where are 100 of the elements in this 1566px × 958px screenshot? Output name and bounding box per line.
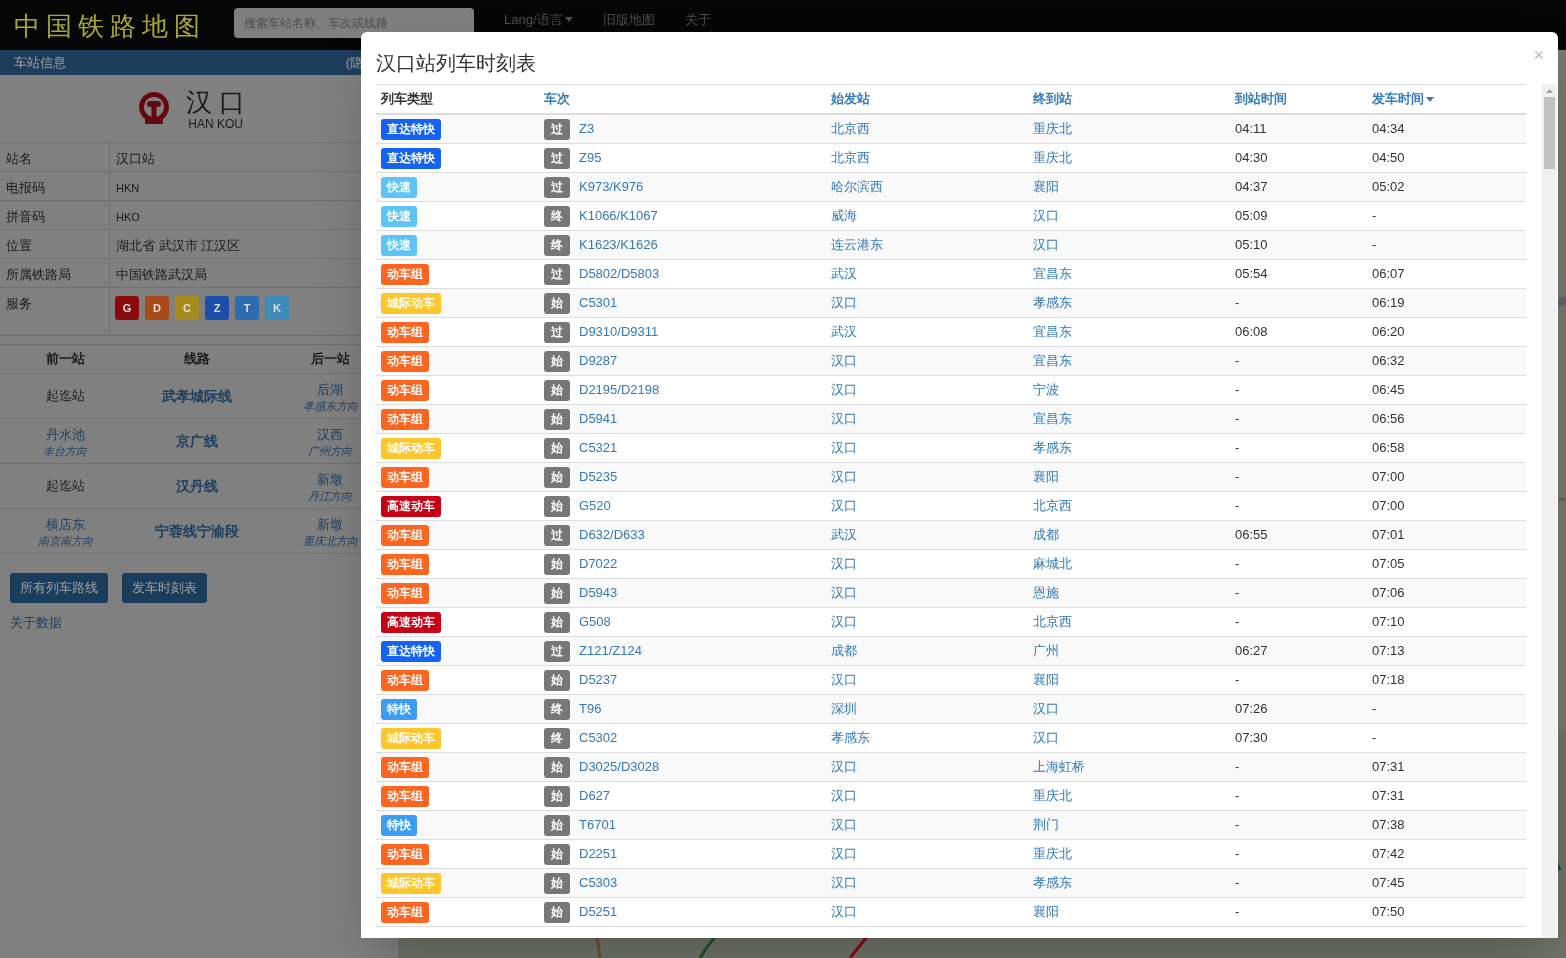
terminal-station-link[interactable]: 重庆北 bbox=[1028, 119, 1230, 139]
terminal-station-link[interactable]: 宜昌东 bbox=[1028, 322, 1230, 342]
origin-station-link[interactable]: 汉口 bbox=[826, 844, 1028, 864]
train-number-link[interactable]: C5303 bbox=[579, 873, 618, 893]
terminal-station-link[interactable]: 孝感东 bbox=[1028, 873, 1230, 893]
terminal-station-link[interactable]: 麻城北 bbox=[1028, 554, 1230, 574]
origin-station-link[interactable]: 汉口 bbox=[826, 467, 1028, 487]
train-number-link[interactable]: D2195/D2198 bbox=[579, 380, 660, 400]
origin-station-link[interactable]: 汉口 bbox=[826, 670, 1028, 690]
train-number-link[interactable]: D632/D633 bbox=[579, 525, 645, 545]
origin-station-link[interactable]: 汉口 bbox=[826, 757, 1028, 777]
scrollbar[interactable] bbox=[1542, 84, 1557, 938]
train-number-link[interactable]: D9310/D9311 bbox=[579, 322, 659, 342]
column-header[interactable]: 始发站 bbox=[826, 89, 1028, 109]
train-number-link[interactable]: T6701 bbox=[579, 815, 616, 835]
train-number-link[interactable]: G520 bbox=[579, 496, 611, 516]
terminal-station-link[interactable]: 北京西 bbox=[1028, 496, 1230, 516]
origin-station-link[interactable]: 连云港东 bbox=[826, 235, 1028, 255]
origin-station-link[interactable]: 成都 bbox=[826, 641, 1028, 661]
terminal-station-link[interactable]: 上海虹桥 bbox=[1028, 757, 1230, 777]
terminal-station-link[interactable]: 孝感东 bbox=[1028, 293, 1230, 313]
action-button[interactable]: 发车时刻表 bbox=[122, 573, 207, 603]
origin-station-link[interactable]: 汉口 bbox=[826, 496, 1028, 516]
train-number-link[interactable]: G508 bbox=[579, 612, 611, 632]
train-number-link[interactable]: C5321 bbox=[579, 438, 618, 458]
origin-station-link[interactable]: 汉口 bbox=[826, 815, 1028, 835]
about-data-link[interactable]: 关于数据 bbox=[10, 613, 62, 633]
column-header[interactable]: 车次 bbox=[539, 89, 826, 109]
origin-station-link[interactable]: 汉口 bbox=[826, 902, 1028, 922]
origin-station-link[interactable]: 武汉 bbox=[826, 264, 1028, 284]
line-link[interactable]: 京广线 bbox=[176, 430, 218, 452]
origin-station-link[interactable]: 汉口 bbox=[826, 786, 1028, 806]
scrollbar-thumb[interactable] bbox=[1544, 97, 1555, 169]
origin-station-link[interactable]: 北京西 bbox=[826, 148, 1028, 168]
terminal-station-link[interactable]: 荆门 bbox=[1028, 815, 1230, 835]
train-number-link[interactable]: D627 bbox=[579, 786, 611, 806]
station-link[interactable]: 新墩 bbox=[317, 470, 343, 490]
origin-station-link[interactable]: 孝感东 bbox=[826, 728, 1028, 748]
train-number-link[interactable]: D5237 bbox=[579, 670, 618, 690]
origin-station-link[interactable]: 汉口 bbox=[826, 351, 1028, 371]
nav-link[interactable]: 关于 bbox=[684, 10, 711, 30]
origin-station-link[interactable]: 汉口 bbox=[826, 612, 1028, 632]
terminal-station-link[interactable]: 北京西 bbox=[1028, 612, 1230, 632]
train-number-link[interactable]: D5802/D5803 bbox=[579, 264, 660, 284]
column-header[interactable]: 终到站 bbox=[1028, 89, 1230, 109]
origin-station-link[interactable]: 汉口 bbox=[826, 293, 1028, 313]
terminal-station-link[interactable]: 襄阳 bbox=[1028, 670, 1230, 690]
terminal-station-link[interactable]: 恩施 bbox=[1028, 583, 1230, 603]
terminal-station-link[interactable]: 宁波 bbox=[1028, 380, 1230, 400]
line-link[interactable]: 武孝城际线 bbox=[162, 385, 232, 407]
train-number-link[interactable]: T96 bbox=[579, 699, 602, 719]
terminal-station-link[interactable]: 孝感东 bbox=[1028, 438, 1230, 458]
origin-station-link[interactable]: 汉口 bbox=[826, 380, 1028, 400]
terminal-station-link[interactable]: 重庆北 bbox=[1028, 786, 1230, 806]
terminal-station-link[interactable]: 宜昌东 bbox=[1028, 351, 1230, 371]
terminal-station-link[interactable]: 襄阳 bbox=[1028, 177, 1230, 197]
train-number-link[interactable]: C5301 bbox=[579, 293, 618, 313]
station-link[interactable]: 丹水池 bbox=[45, 425, 85, 445]
origin-station-link[interactable]: 北京西 bbox=[826, 119, 1028, 139]
origin-station-link[interactable]: 汉口 bbox=[826, 409, 1028, 429]
train-number-link[interactable]: D5235 bbox=[579, 467, 618, 487]
terminal-station-link[interactable]: 汉口 bbox=[1028, 235, 1230, 255]
origin-station-link[interactable]: 深圳 bbox=[826, 699, 1028, 719]
terminal-station-link[interactable]: 汉口 bbox=[1028, 699, 1230, 719]
terminal-station-link[interactable]: 汉口 bbox=[1028, 728, 1230, 748]
terminal-station-link[interactable]: 成都 bbox=[1028, 525, 1230, 545]
column-header[interactable]: 到站时间 bbox=[1230, 89, 1367, 109]
train-number-link[interactable]: Z95 bbox=[579, 148, 602, 168]
origin-station-link[interactable]: 汉口 bbox=[826, 438, 1028, 458]
train-number-link[interactable]: D9287 bbox=[579, 351, 618, 371]
origin-station-link[interactable]: 武汉 bbox=[826, 525, 1028, 545]
terminal-station-link[interactable]: 襄阳 bbox=[1028, 902, 1230, 922]
origin-station-link[interactable]: 汉口 bbox=[826, 583, 1028, 603]
train-number-link[interactable]: K973/K976 bbox=[579, 177, 644, 197]
train-number-link[interactable]: D5941 bbox=[579, 409, 618, 429]
terminal-station-link[interactable]: 宜昌东 bbox=[1028, 409, 1230, 429]
train-number-link[interactable]: Z121/Z124 bbox=[579, 641, 642, 661]
train-number-link[interactable]: K1066/K1067 bbox=[579, 206, 658, 226]
terminal-station-link[interactable]: 重庆北 bbox=[1028, 844, 1230, 864]
station-link[interactable]: 后湖 bbox=[317, 380, 343, 400]
origin-station-link[interactable]: 汉口 bbox=[826, 554, 1028, 574]
station-link[interactable]: 汉西 bbox=[317, 425, 343, 445]
train-number-link[interactable]: K1623/K1626 bbox=[579, 235, 658, 255]
train-number-link[interactable]: Z3 bbox=[579, 119, 595, 139]
column-header[interactable]: 发车时间 bbox=[1367, 89, 1522, 109]
terminal-station-link[interactable]: 广州 bbox=[1028, 641, 1230, 661]
terminal-station-link[interactable]: 襄阳 bbox=[1028, 467, 1230, 487]
terminal-station-link[interactable]: 重庆北 bbox=[1028, 148, 1230, 168]
action-button[interactable]: 所有列车路线 bbox=[10, 573, 108, 603]
line-link[interactable]: 宁蓉线宁渝段 bbox=[155, 520, 239, 542]
station-link[interactable]: 横店东 bbox=[45, 515, 85, 535]
origin-station-link[interactable]: 威海 bbox=[826, 206, 1028, 226]
train-number-link[interactable]: D5943 bbox=[579, 583, 618, 603]
origin-station-link[interactable]: 哈尔滨西 bbox=[826, 177, 1028, 197]
origin-station-link[interactable]: 武汉 bbox=[826, 322, 1028, 342]
terminal-station-link[interactable]: 宜昌东 bbox=[1028, 264, 1230, 284]
train-number-link[interactable]: D3025/D3028 bbox=[579, 757, 660, 777]
train-number-link[interactable]: D7022 bbox=[579, 554, 618, 574]
origin-station-link[interactable]: 汉口 bbox=[826, 873, 1028, 893]
train-number-link[interactable]: D2251 bbox=[579, 844, 618, 864]
